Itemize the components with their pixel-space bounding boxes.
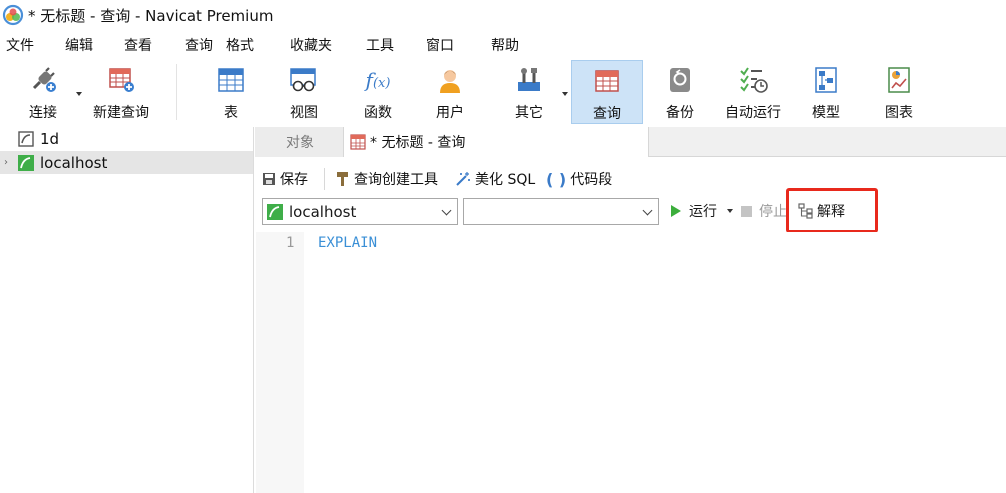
sql-code-line[interactable]: EXPLAIN [318, 235, 377, 251]
table-label: 表 [224, 105, 238, 121]
user-icon [433, 64, 467, 96]
connect-label: 连接 [29, 105, 57, 121]
beautify-sql-label: 美化 SQL [475, 172, 536, 188]
menu-help[interactable]: 帮助 [491, 35, 519, 55]
sql-editor[interactable] [256, 232, 1006, 493]
user-label: 用户 [436, 105, 464, 121]
menu-query[interactable]: 查询 [185, 35, 213, 55]
connection-tree: 1d › localhost [0, 127, 254, 493]
tools-icon [512, 64, 546, 96]
auto-run-label: 自动运行 [725, 105, 781, 121]
query-builder-label: 查询创建工具 [354, 172, 438, 188]
snippet-label: 代码段 [570, 172, 613, 188]
mysql-connection-icon [18, 154, 34, 171]
menu-edit[interactable]: 编辑 [65, 35, 93, 55]
qtoolbar-divider [324, 168, 325, 190]
window-title: * 无标题 - 查询 - Navicat Premium [28, 6, 274, 25]
save-icon [262, 172, 276, 186]
menu-favorites[interactable]: 收藏夹 [290, 35, 332, 55]
tab-query[interactable]: * 无标题 - 查询 [343, 127, 649, 157]
other-label: 其它 [515, 105, 543, 121]
query-builder-button[interactable]: 查询创建工具 [336, 168, 438, 190]
menu-bar: 文件 编辑 查看 查询 格式 收藏夹 工具 窗口 帮助 [0, 31, 1006, 57]
menu-view[interactable]: 查看 [124, 35, 152, 55]
tree-item-label: localhost [40, 153, 108, 172]
backup-label: 备份 [666, 105, 694, 121]
tree-item-localhost[interactable]: › localhost [0, 151, 253, 174]
plug-icon [26, 64, 60, 96]
save-label: 保存 [280, 172, 308, 188]
line-number-gutter [256, 232, 304, 493]
menu-window[interactable]: 窗口 [426, 35, 454, 55]
run-dropdown-icon[interactable] [727, 209, 733, 213]
backup-button[interactable]: 备份 [654, 60, 706, 124]
user-button[interactable]: 用户 [424, 60, 476, 124]
chevron-down-icon [642, 205, 653, 216]
magic-wand-icon [455, 171, 471, 187]
function-label: 函数 [364, 105, 392, 121]
other-dropdown-icon[interactable] [562, 92, 568, 96]
function-button[interactable]: f(x) 函数 [352, 60, 404, 124]
view-button[interactable]: 视图 [278, 60, 330, 124]
table-button[interactable]: 表 [205, 60, 257, 124]
query-icon [590, 65, 624, 97]
menu-tools[interactable]: 工具 [366, 35, 394, 55]
toolbar-divider [176, 64, 177, 120]
tab-query-label: * 无标题 - 查询 [370, 135, 466, 151]
run-button[interactable]: 运行 [670, 200, 717, 222]
mysql-connection-icon [267, 203, 283, 220]
query-label: 查询 [593, 106, 621, 122]
other-button[interactable]: 其它 [503, 60, 555, 124]
backup-icon [663, 64, 697, 96]
snippet-button[interactable]: ( ) 代码段 [546, 168, 612, 190]
hammer-icon [336, 171, 350, 187]
query-tab-icon [350, 134, 366, 150]
main-toolbar: 连接 新建查询 表 视图 f(x) 函数 用户 其它 查询 备份 自动运行 模型… [0, 58, 1006, 126]
model-button[interactable]: 模型 [800, 60, 852, 124]
connection-select-value: localhost [289, 202, 357, 221]
auto-run-button[interactable]: 自动运行 [720, 60, 786, 124]
new-query-icon [104, 64, 138, 96]
explain-highlight-box [786, 188, 878, 233]
chart-label: 图表 [885, 105, 913, 121]
tab-bar: 对象 * 无标题 - 查询 [255, 127, 1006, 157]
tab-objects[interactable]: 对象 [255, 127, 345, 157]
query-button[interactable]: 查询 [571, 60, 643, 124]
chevron-down-icon [441, 205, 452, 216]
braces-icon: ( ) [546, 169, 567, 189]
run-label: 运行 [689, 204, 717, 220]
stop-button[interactable]: 停止 [741, 200, 787, 222]
new-query-label: 新建查询 [93, 105, 149, 121]
connection-closed-icon [18, 130, 34, 147]
title-bar: * 无标题 - 查询 - Navicat Premium [0, 0, 1006, 30]
tree-item-1d[interactable]: 1d [0, 127, 253, 150]
new-query-button[interactable]: 新建查询 [88, 60, 154, 124]
view-label: 视图 [290, 105, 318, 121]
menu-file[interactable]: 文件 [6, 35, 34, 55]
line-number: 1 [286, 235, 295, 251]
navicat-logo-icon [2, 4, 24, 26]
database-select[interactable] [463, 198, 659, 225]
stop-icon [741, 205, 752, 217]
beautify-sql-button[interactable]: 美化 SQL [455, 168, 535, 190]
play-icon [671, 205, 681, 217]
tree-item-label: 1d [40, 129, 60, 148]
connection-select[interactable]: localhost [262, 198, 458, 225]
chevron-right-icon[interactable]: › [4, 157, 18, 168]
auto-run-icon [736, 64, 770, 96]
model-icon [809, 64, 843, 96]
tab-objects-label: 对象 [286, 135, 314, 151]
chart-button[interactable]: 图表 [873, 60, 925, 124]
function-icon: f(x) [365, 68, 391, 92]
view-icon [287, 64, 321, 96]
connect-button[interactable]: 连接 [14, 60, 72, 124]
menu-format[interactable]: 格式 [226, 35, 254, 55]
table-icon [214, 64, 248, 96]
connect-dropdown-icon[interactable] [76, 92, 82, 96]
chart-icon [882, 64, 916, 96]
model-label: 模型 [812, 105, 840, 121]
stop-label: 停止 [759, 204, 787, 220]
save-button[interactable]: 保存 [262, 168, 308, 190]
